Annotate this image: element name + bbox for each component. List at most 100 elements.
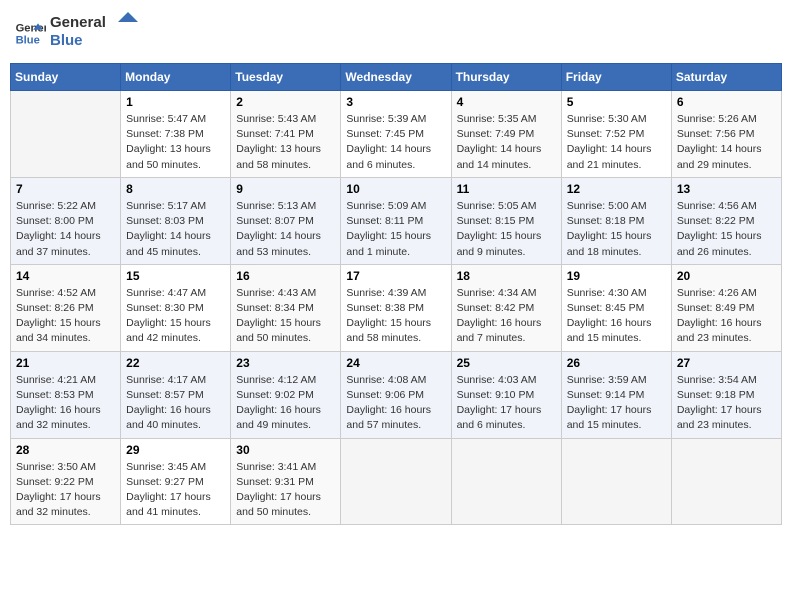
- day-info: Sunrise: 4:47 AMSunset: 8:30 PMDaylight:…: [126, 286, 225, 347]
- day-info: Sunrise: 3:41 AMSunset: 9:31 PMDaylight:…: [236, 460, 335, 521]
- day-info: Sunrise: 5:00 AMSunset: 8:18 PMDaylight:…: [567, 199, 666, 260]
- day-number: 3: [346, 95, 445, 109]
- day-info: Sunrise: 3:50 AMSunset: 9:22 PMDaylight:…: [16, 460, 115, 521]
- logo: General Blue General Blue: [14, 10, 140, 55]
- day-number: 26: [567, 356, 666, 370]
- calendar-cell: 26 Sunrise: 3:59 AMSunset: 9:14 PMDayligh…: [561, 351, 671, 438]
- day-info: Sunrise: 4:26 AMSunset: 8:49 PMDaylight:…: [677, 286, 776, 347]
- calendar-header: SundayMondayTuesdayWednesdayThursdayFrid…: [11, 64, 782, 91]
- calendar-cell: 3Sunrise: 5:39 AMSunset: 7:45 PMDaylight…: [341, 91, 451, 178]
- calendar-cell: [561, 438, 671, 525]
- day-info: Sunrise: 5:09 AMSunset: 8:11 PMDaylight:…: [346, 199, 445, 260]
- calendar-cell: 25 Sunrise: 4:03 AMSunset: 9:10 PMDayligh…: [451, 351, 561, 438]
- calendar-cell: 18Sunrise: 4:34 AMSunset: 8:42 PMDayligh…: [451, 264, 561, 351]
- svg-text:Blue: Blue: [50, 32, 83, 49]
- svg-text:Blue: Blue: [16, 34, 40, 46]
- day-number: 7: [16, 182, 115, 196]
- day-info: Sunrise: 5:43 AMSunset: 7:41 PMDaylight:…: [236, 112, 335, 173]
- day-number: 27: [677, 356, 776, 370]
- calendar-cell: 16 Sunrise: 4:43 AMSunset: 8:34 PMDayligh…: [231, 264, 341, 351]
- logo-svg: General Blue: [50, 10, 140, 50]
- day-info: Sunrise: 5:47 AMSunset: 7:38 PMDaylight:…: [126, 112, 225, 173]
- day-info: Sunrise: 4:12 AMSunset: 9:02 PMDaylight:…: [236, 373, 335, 434]
- calendar-cell: 6 Sunrise: 5:26 AMSunset: 7:56 PMDaylight…: [671, 91, 781, 178]
- day-info: Sunrise: 4:21 AMSunset: 8:53 PMDaylight:…: [16, 373, 115, 434]
- day-number: 2: [236, 95, 335, 109]
- day-number: 4: [457, 95, 556, 109]
- day-info: Sunrise: 4:34 AMSunset: 8:42 PMDaylight:…: [457, 286, 556, 347]
- calendar-cell: 27 Sunrise: 3:54 AMSunset: 9:18 PMDayligh…: [671, 351, 781, 438]
- calendar-cell: 14Sunrise: 4:52 AMSunset: 8:26 PMDayligh…: [11, 264, 121, 351]
- day-info: Sunrise: 5:26 AMSunset: 7:56 PMDaylight:…: [677, 112, 776, 173]
- day-info: Sunrise: 4:52 AMSunset: 8:26 PMDaylight:…: [16, 286, 115, 347]
- day-number: 22: [126, 356, 225, 370]
- calendar-cell: 24 Sunrise: 4:08 AMSunset: 9:06 PMDayligh…: [341, 351, 451, 438]
- weekday-header: Thursday: [451, 64, 561, 91]
- day-number: 13: [677, 182, 776, 196]
- calendar-cell: [451, 438, 561, 525]
- day-number: 23: [236, 356, 335, 370]
- day-number: 28: [16, 443, 115, 457]
- day-number: 16: [236, 269, 335, 283]
- weekday-header: Tuesday: [231, 64, 341, 91]
- calendar-cell: 9 Sunrise: 5:13 AMSunset: 8:07 PMDaylight…: [231, 177, 341, 264]
- weekday-header: Monday: [121, 64, 231, 91]
- logo-icon: General Blue: [14, 17, 46, 49]
- weekday-header: Friday: [561, 64, 671, 91]
- day-number: 24: [346, 356, 445, 370]
- day-number: 30: [236, 443, 335, 457]
- weekday-header: Sunday: [11, 64, 121, 91]
- weekday-header: Saturday: [671, 64, 781, 91]
- day-info: Sunrise: 4:30 AMSunset: 8:45 PMDaylight:…: [567, 286, 666, 347]
- calendar-cell: 7 Sunrise: 5:22 AMSunset: 8:00 PMDaylight…: [11, 177, 121, 264]
- calendar-cell: 5Sunrise: 5:30 AMSunset: 7:52 PMDaylight…: [561, 91, 671, 178]
- day-number: 11: [457, 182, 556, 196]
- calendar-cell: 12 Sunrise: 5:00 AMSunset: 8:18 PMDayligh…: [561, 177, 671, 264]
- calendar-cell: [341, 438, 451, 525]
- calendar-cell: [671, 438, 781, 525]
- calendar-cell: 21Sunrise: 4:21 AMSunset: 8:53 PMDayligh…: [11, 351, 121, 438]
- calendar-cell: 30 Sunrise: 3:41 AMSunset: 9:31 PMDayligh…: [231, 438, 341, 525]
- calendar-cell: 17Sunrise: 4:39 AMSunset: 8:38 PMDayligh…: [341, 264, 451, 351]
- day-info: Sunrise: 5:17 AMSunset: 8:03 PMDaylight:…: [126, 199, 225, 260]
- calendar-table: SundayMondayTuesdayWednesdayThursdayFrid…: [10, 63, 782, 525]
- day-info: Sunrise: 4:43 AMSunset: 8:34 PMDaylight:…: [236, 286, 335, 347]
- day-number: 9: [236, 182, 335, 196]
- day-number: 5: [567, 95, 666, 109]
- day-info: Sunrise: 3:59 AMSunset: 9:14 PMDaylight:…: [567, 373, 666, 434]
- day-number: 8: [126, 182, 225, 196]
- day-info: Sunrise: 4:08 AMSunset: 9:06 PMDaylight:…: [346, 373, 445, 434]
- day-number: 25: [457, 356, 556, 370]
- day-info: Sunrise: 4:03 AMSunset: 9:10 PMDaylight:…: [457, 373, 556, 434]
- day-number: 29: [126, 443, 225, 457]
- calendar-cell: 29 Sunrise: 3:45 AMSunset: 9:27 PMDayligh…: [121, 438, 231, 525]
- calendar-cell: 1Sunrise: 5:47 AMSunset: 7:38 PMDaylight…: [121, 91, 231, 178]
- day-number: 19: [567, 269, 666, 283]
- calendar-cell: 11 Sunrise: 5:05 AMSunset: 8:15 PMDayligh…: [451, 177, 561, 264]
- calendar-cell: 2 Sunrise: 5:43 AMSunset: 7:41 PMDaylight…: [231, 91, 341, 178]
- calendar-cell: 4 Sunrise: 5:35 AMSunset: 7:49 PMDaylight…: [451, 91, 561, 178]
- weekday-header: Wednesday: [341, 64, 451, 91]
- calendar-cell: 15 Sunrise: 4:47 AMSunset: 8:30 PMDayligh…: [121, 264, 231, 351]
- day-info: Sunrise: 4:56 AMSunset: 8:22 PMDaylight:…: [677, 199, 776, 260]
- day-info: Sunrise: 5:35 AMSunset: 7:49 PMDaylight:…: [457, 112, 556, 173]
- svg-text:General: General: [50, 14, 106, 31]
- day-info: Sunrise: 3:45 AMSunset: 9:27 PMDaylight:…: [126, 460, 225, 521]
- day-number: 12: [567, 182, 666, 196]
- calendar-cell: 20 Sunrise: 4:26 AMSunset: 8:49 PMDayligh…: [671, 264, 781, 351]
- day-info: Sunrise: 4:17 AMSunset: 8:57 PMDaylight:…: [126, 373, 225, 434]
- calendar-cell: 28 Sunrise: 3:50 AMSunset: 9:22 PMDayligh…: [11, 438, 121, 525]
- day-info: Sunrise: 5:22 AMSunset: 8:00 PMDaylight:…: [16, 199, 115, 260]
- calendar-cell: 8 Sunrise: 5:17 AMSunset: 8:03 PMDaylight…: [121, 177, 231, 264]
- day-number: 10: [346, 182, 445, 196]
- page-header: General Blue General Blue: [10, 10, 782, 55]
- calendar-cell: 13 Sunrise: 4:56 AMSunset: 8:22 PMDayligh…: [671, 177, 781, 264]
- day-info: Sunrise: 5:13 AMSunset: 8:07 PMDaylight:…: [236, 199, 335, 260]
- calendar-cell: 10 Sunrise: 5:09 AMSunset: 8:11 PMDayligh…: [341, 177, 451, 264]
- day-number: 6: [677, 95, 776, 109]
- day-info: Sunrise: 5:05 AMSunset: 8:15 PMDaylight:…: [457, 199, 556, 260]
- day-info: Sunrise: 3:54 AMSunset: 9:18 PMDaylight:…: [677, 373, 776, 434]
- day-number: 15: [126, 269, 225, 283]
- calendar-cell: 23 Sunrise: 4:12 AMSunset: 9:02 PMDayligh…: [231, 351, 341, 438]
- day-number: 20: [677, 269, 776, 283]
